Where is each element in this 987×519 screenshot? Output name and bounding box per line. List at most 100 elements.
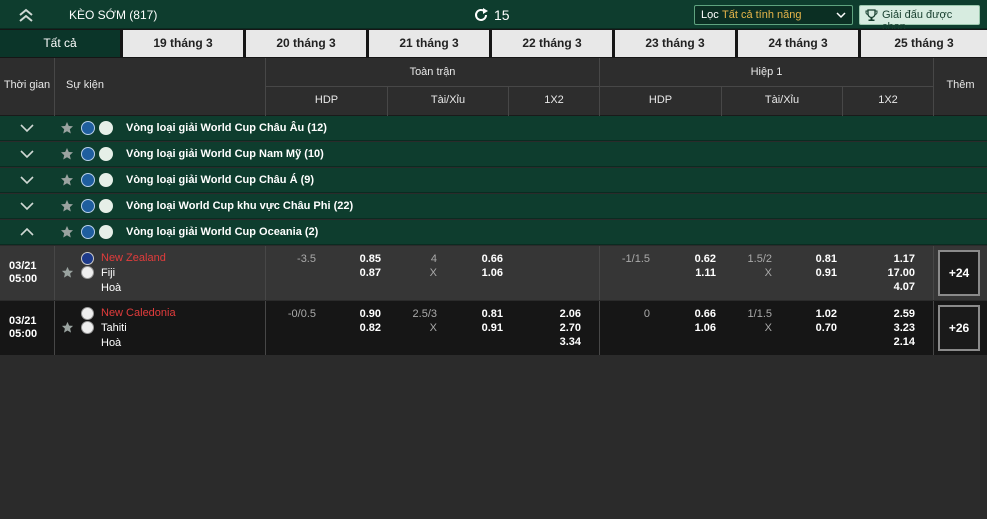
ball-icon (81, 321, 94, 334)
league-row[interactable]: Vòng loại World Cup khu vực Châu Phi (22… (0, 194, 987, 219)
refresh-icon[interactable] (472, 6, 490, 24)
ou-x: X (764, 322, 772, 334)
refresh-countdown: 15 (494, 7, 510, 23)
col-ou: Tài/Xỉu (430, 94, 466, 106)
odd-value[interactable]: 0.82 (341, 322, 381, 334)
odd-value[interactable]: 0.81 (797, 253, 837, 265)
table-header: Thời gian Sự kiện Toàn trận Hiệp 1 Thêm … (0, 58, 987, 116)
match-time: 05:00 (9, 273, 38, 285)
col-ou: Tài/Xỉu (764, 94, 800, 106)
odd-value[interactable]: 1.11 (676, 267, 716, 279)
home-team[interactable]: New Zealand (101, 252, 166, 264)
match-date: 03/21 (9, 260, 37, 272)
odd-value[interactable]: 2.14 (875, 336, 915, 348)
col-half: Hiệp 1 (750, 66, 783, 78)
divider (265, 246, 266, 300)
divider (387, 87, 388, 116)
flag-icon (81, 252, 94, 265)
divider (721, 87, 722, 116)
col-event: Sự kiện (66, 79, 104, 91)
tab-date[interactable]: 21 tháng 3 (369, 30, 489, 57)
odd-value[interactable]: 3.34 (541, 336, 581, 348)
away-team[interactable]: Fiji (101, 267, 115, 279)
divider (599, 58, 600, 116)
odd-value[interactable]: 4.07 (875, 281, 915, 293)
filter-value: Tất cả tính năng (722, 9, 802, 21)
odd-value[interactable]: 3.23 (875, 322, 915, 334)
away-team[interactable]: Tahiti (101, 322, 127, 334)
league-row[interactable]: Vòng loại giải World Cup Châu Âu (12) (0, 116, 987, 141)
confederation-logo-icon (99, 121, 113, 135)
fifa-icon (81, 147, 95, 161)
handicap-line: -3.5 (297, 253, 316, 265)
home-team[interactable]: New Caledonia (101, 307, 176, 319)
tab-all[interactable]: Tất cả (0, 30, 120, 57)
divider (265, 301, 266, 355)
selected-leagues-button[interactable]: Giải đấu được chọn (859, 5, 980, 33)
league-row[interactable]: Vòng loại giải World Cup Châu Á (9) (0, 168, 987, 193)
confederation-logo-icon (99, 225, 113, 239)
chevron-down-icon[interactable] (19, 200, 35, 212)
odd-value[interactable]: 2.70 (541, 322, 581, 334)
chevron-up-icon[interactable] (19, 226, 35, 238)
odd-value[interactable]: 0.85 (341, 253, 381, 265)
fifa-icon (81, 225, 95, 239)
divider (54, 301, 55, 355)
more-bets-button[interactable]: +24 (938, 250, 980, 296)
chevron-down-icon[interactable] (19, 174, 35, 186)
handicap-line: -1/1.5 (621, 253, 650, 265)
trophy-icon (865, 9, 878, 21)
divider (933, 246, 934, 300)
star-icon[interactable] (60, 121, 74, 135)
divider (933, 301, 934, 355)
col-hdp: HDP (314, 94, 339, 106)
divider (54, 246, 55, 300)
odd-value[interactable]: 1.06 (676, 322, 716, 334)
col-time: Thời gian (3, 79, 51, 91)
star-icon[interactable] (61, 266, 74, 279)
odd-value[interactable]: 1.17 (875, 253, 915, 265)
odd-value[interactable]: 0.91 (797, 267, 837, 279)
star-icon[interactable] (60, 199, 74, 213)
star-icon[interactable] (61, 321, 74, 334)
odd-value[interactable]: 0.81 (463, 308, 503, 320)
draw-label: Hoà (101, 337, 122, 349)
date-tabs: Tất cả 19 tháng 3 20 tháng 3 21 tháng 3 … (0, 29, 987, 58)
chevron-down-icon[interactable] (19, 122, 35, 134)
odd-value[interactable]: 2.06 (541, 308, 581, 320)
tab-date[interactable]: 22 tháng 3 (492, 30, 612, 57)
tab-date[interactable]: 23 tháng 3 (615, 30, 735, 57)
odd-value[interactable]: 0.87 (341, 267, 381, 279)
double-chevron-up-icon[interactable] (16, 6, 36, 24)
odd-value[interactable]: 1.06 (463, 267, 503, 279)
ou-x: X (429, 322, 437, 334)
league-row[interactable]: Vòng loại giải World Cup Nam Mỹ (10) (0, 142, 987, 167)
odd-value[interactable]: 0.91 (463, 322, 503, 334)
chevron-down-icon (836, 12, 846, 19)
odd-value[interactable]: 0.90 (341, 308, 381, 320)
ou-x: X (764, 267, 772, 279)
star-icon[interactable] (60, 173, 74, 187)
star-icon[interactable] (60, 147, 74, 161)
more-bets-button[interactable]: +26 (938, 305, 980, 351)
odd-value[interactable]: 0.66 (463, 253, 503, 265)
tab-date[interactable]: 20 tháng 3 (246, 30, 366, 57)
chevron-down-icon[interactable] (19, 148, 35, 160)
odd-value[interactable]: 0.62 (676, 253, 716, 265)
tab-date[interactable]: 25 tháng 3 (861, 30, 987, 57)
odd-value[interactable]: 2.59 (875, 308, 915, 320)
match-row: 03/21 05:00 New Caledonia Tahiti Hoà -0/… (0, 301, 987, 355)
odd-value[interactable]: 0.70 (797, 322, 837, 334)
odd-value[interactable]: 17.00 (875, 267, 915, 279)
ou-line: 4 (430, 253, 437, 265)
odd-value[interactable]: 0.66 (676, 308, 716, 320)
league-name: Vòng loại giải World Cup Châu Á (9) (126, 174, 315, 186)
tab-date[interactable]: 19 tháng 3 (123, 30, 243, 57)
col-full-match: Toàn trận (409, 66, 456, 78)
odd-value[interactable]: 1.02 (797, 308, 837, 320)
tab-date[interactable]: 24 tháng 3 (738, 30, 858, 57)
league-row[interactable]: Vòng loại giải World Cup Oceania (2) (0, 220, 987, 245)
star-icon[interactable] (60, 225, 74, 239)
filter-select[interactable]: Lọc Tất cả tính năng (694, 5, 853, 25)
ou-line: 1.5/2 (747, 253, 772, 265)
